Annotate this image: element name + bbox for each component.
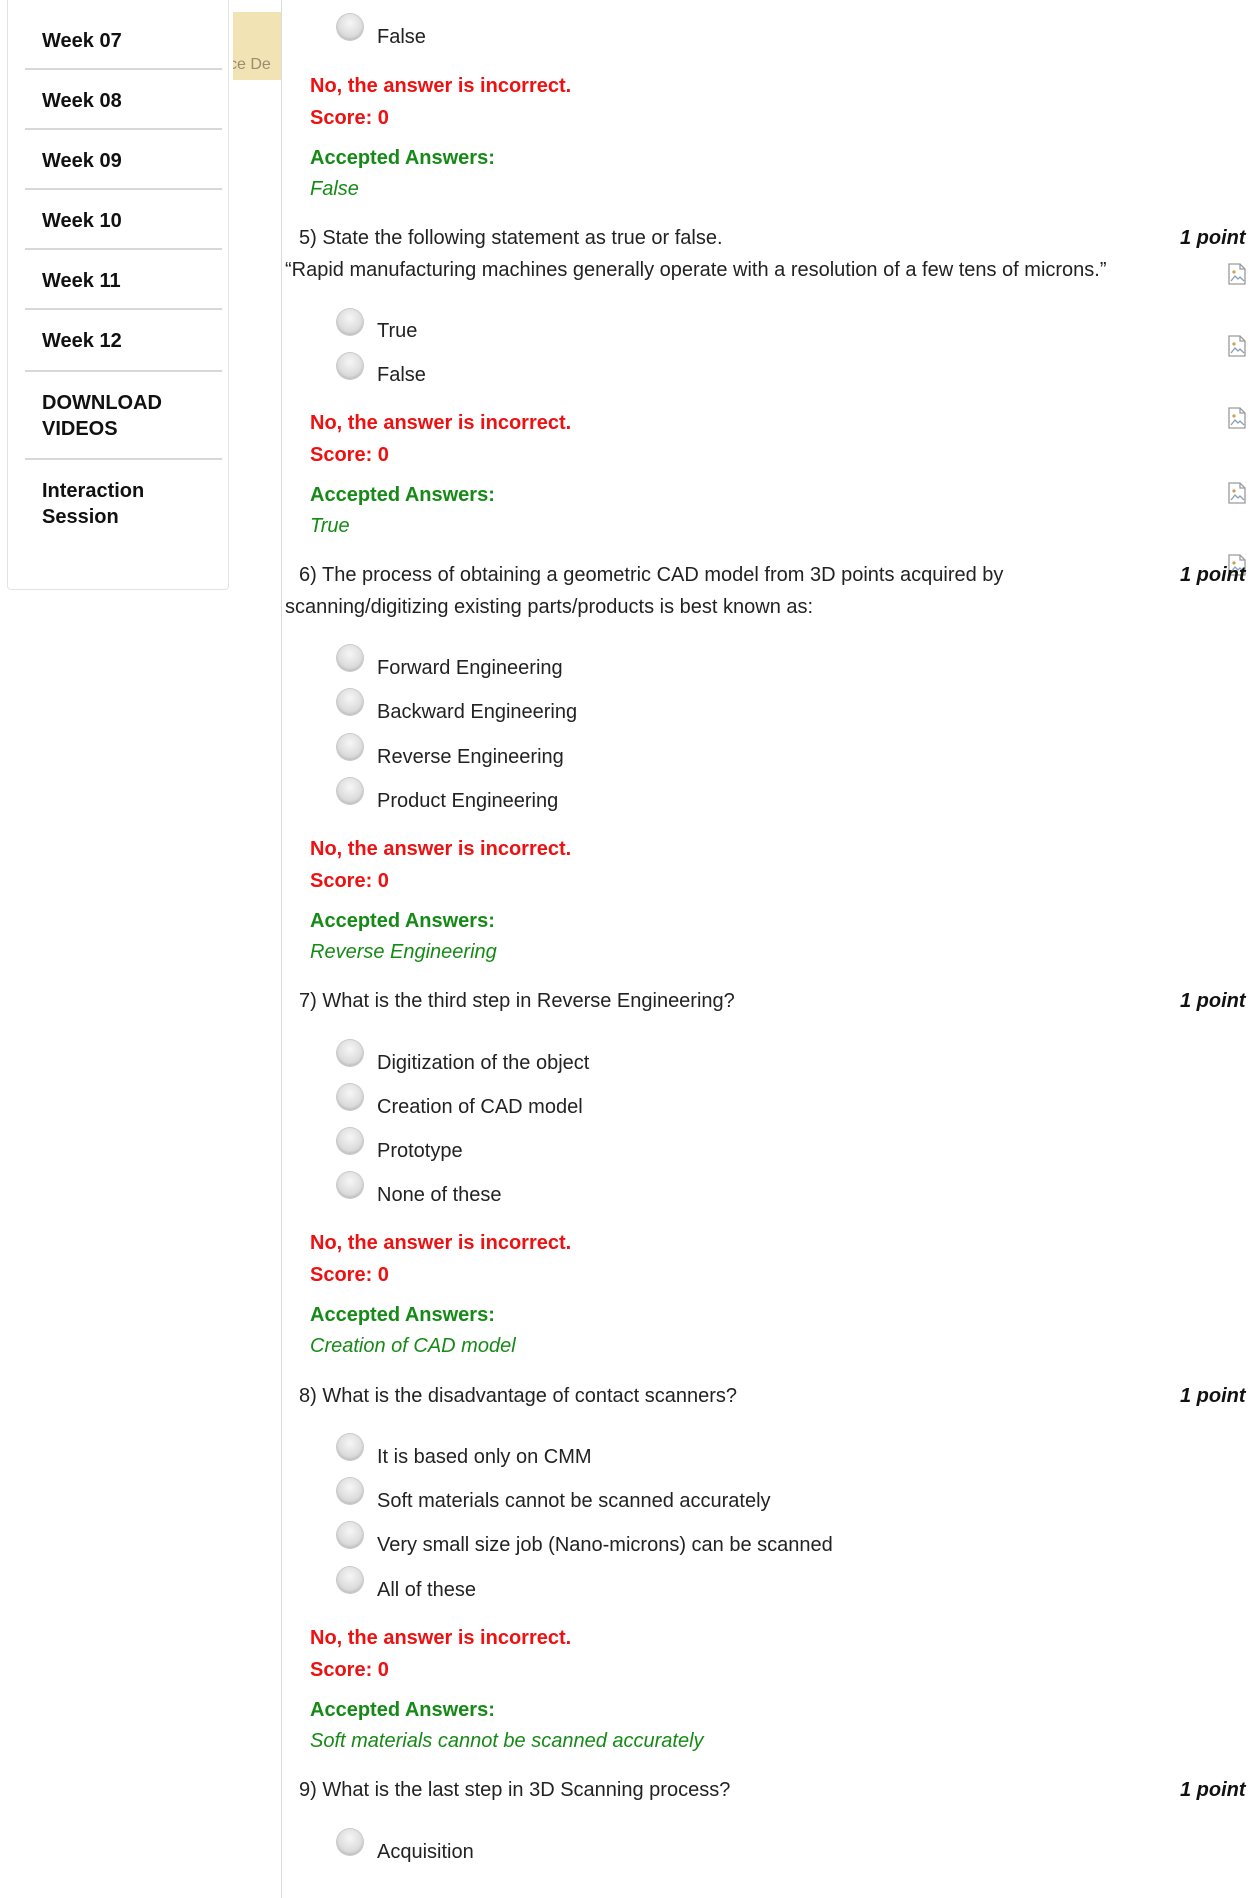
option-label: All of these (377, 1579, 476, 1601)
question-points: 1 point (1180, 990, 1246, 1012)
radio-q8-very-small-size[interactable] (337, 1522, 363, 1548)
option-label: False (377, 26, 426, 48)
sidebar-item-label: Week 09 (42, 150, 122, 172)
question-points: 1 point (1180, 1779, 1246, 1801)
option-label: Prototype (377, 1140, 463, 1162)
accepted-answer: Creation of CAD model (310, 1335, 516, 1357)
option-label: Reverse Engineering (377, 746, 564, 768)
question-text: 6) The process of obtaining a geometric … (299, 564, 1004, 586)
answer-feedback: No, the answer is incorrect. (310, 838, 572, 860)
option-label: Very small size job (Nano-microns) can b… (377, 1534, 833, 1556)
question-statement: “Rapid manufacturing machines generally … (285, 259, 1107, 281)
sidebar-item-label: Week 12 (42, 330, 122, 352)
sidebar-item-label: Week 07 (42, 30, 122, 52)
question-points: 1 point (1180, 227, 1246, 249)
sidebar-item-download-videos[interactable]: DOWNLOAD VIDEOS (25, 372, 222, 460)
radio-q8-all-of-these[interactable] (337, 1567, 363, 1593)
answer-feedback: No, the answer is incorrect. (310, 75, 572, 97)
option-label: Backward Engineering (377, 701, 578, 723)
sidebar-item-week-10[interactable]: Week 10 (25, 190, 222, 250)
score-text: Score: 0 (310, 107, 389, 129)
radio-q7-prototype[interactable] (337, 1128, 363, 1154)
course-tab-label: ce De (233, 56, 271, 73)
accepted-answers-label: Accepted Answers: (310, 147, 495, 169)
radio-q7-creation-of-cad-model[interactable] (337, 1084, 363, 1110)
broken-image-icon (1228, 482, 1246, 504)
content-divider (281, 0, 282, 1898)
question-points: 1 point (1180, 1385, 1246, 1407)
accepted-answer: Soft materials cannot be scanned accurat… (310, 1730, 704, 1752)
radio-q6-forward-engineering[interactable] (337, 645, 363, 671)
option-label: None of these (377, 1184, 502, 1206)
answer-feedback: No, the answer is incorrect. (310, 1627, 572, 1649)
accepted-answer: Reverse Engineering (310, 941, 497, 963)
answer-feedback: No, the answer is incorrect. (310, 1232, 572, 1254)
radio-q6-backward-engineering[interactable] (337, 689, 363, 715)
radio-q6-reverse-engineering[interactable] (337, 734, 363, 760)
sidebar-item-label: Interaction (42, 480, 145, 502)
option-label: Acquisition (377, 1841, 474, 1863)
option-label: Creation of CAD model (377, 1096, 583, 1118)
option-label: It is based only on CMM (377, 1446, 592, 1468)
score-text: Score: 0 (310, 1264, 389, 1286)
sidebar-item-label: Week 10 (42, 210, 122, 232)
question-text: 5) State the following statement as true… (299, 227, 723, 249)
option-label: False (377, 364, 426, 386)
question-text-continued: scanning/digitizing existing parts/produ… (285, 596, 814, 618)
accepted-answers-label: Accepted Answers: (310, 484, 495, 506)
accepted-answers-label: Accepted Answers: (310, 910, 495, 932)
sidebar-item-label: Week 11 (42, 270, 121, 292)
sidebar-item-label: Week 08 (42, 90, 122, 112)
broken-image-icon (1228, 335, 1246, 357)
option-label: Digitization of the object (377, 1052, 590, 1074)
sidebar-item-interaction-session[interactable]: Interaction Session (25, 460, 222, 546)
question-text: 8) What is the disadvantage of contact s… (299, 1385, 738, 1407)
broken-image-icon (1228, 407, 1246, 429)
score-text: Score: 0 (310, 1659, 389, 1681)
radio-q8-based-on-cmm[interactable] (337, 1434, 363, 1460)
score-text: Score: 0 (310, 870, 389, 892)
sidebar-item-week-07[interactable]: Week 07 (25, 10, 222, 70)
sidebar-item-label: VIDEOS (42, 418, 118, 440)
answer-feedback: No, the answer is incorrect. (310, 412, 572, 434)
sidebar-item-label: Session (42, 506, 119, 528)
radio-q9-acquisition[interactable] (337, 1829, 363, 1855)
sidebar-item-week-11[interactable]: Week 11 (25, 250, 222, 310)
accepted-answers-label: Accepted Answers: (310, 1304, 495, 1326)
option-label: Forward Engineering (377, 657, 563, 679)
sidebar-item-label: DOWNLOAD (42, 392, 162, 414)
option-label: Product Engineering (377, 790, 559, 812)
question-text: 9) What is the last step in 3D Scanning … (299, 1779, 731, 1801)
radio-q8-soft-materials[interactable] (337, 1478, 363, 1504)
question-points: 1 point (1180, 564, 1246, 586)
option-label: Soft materials cannot be scanned accurat… (377, 1490, 771, 1512)
sidebar-item-week-08[interactable]: Week 08 (25, 70, 222, 130)
broken-image-icon (1228, 263, 1246, 285)
option-label: True (377, 320, 418, 342)
accepted-answer: True (310, 515, 350, 537)
radio-q6-product-engineering[interactable] (337, 778, 363, 804)
accepted-answers-label: Accepted Answers: (310, 1699, 495, 1721)
radio-q5-false[interactable] (337, 353, 363, 379)
course-tab[interactable]: ce De (233, 12, 281, 80)
radio-q7-none-of-these[interactable] (337, 1172, 363, 1198)
accepted-answer: False (310, 178, 359, 200)
score-text: Score: 0 (310, 444, 389, 466)
radio-q5-true[interactable] (337, 309, 363, 335)
radio-q4-false[interactable] (337, 14, 363, 40)
sidebar-item-week-09[interactable]: Week 09 (25, 130, 222, 190)
sidebar-item-week-12[interactable]: Week 12 (25, 310, 222, 372)
radio-q7-digitization[interactable] (337, 1040, 363, 1066)
course-sidebar: Week 07 Week 08 Week 09 Week 10 Week 11 … (7, 0, 229, 590)
question-text: 7) What is the third step in Reverse Eng… (299, 990, 735, 1012)
